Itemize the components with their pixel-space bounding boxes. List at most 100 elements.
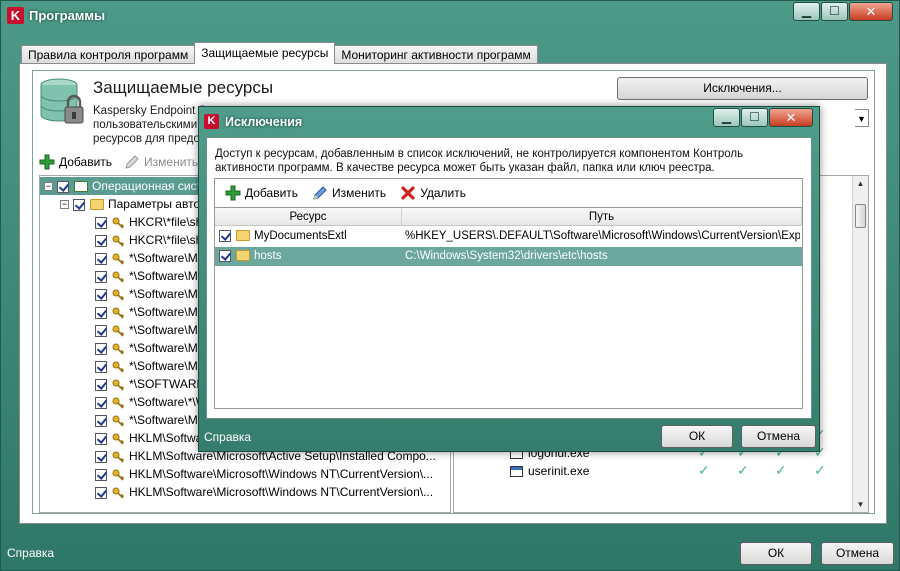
tree-checkbox[interactable] [73,198,85,211]
registry-key-icon [112,361,124,373]
program-row[interactable]: userinit.exe [510,462,589,480]
delete-exclusion-label: Удалить [420,186,467,200]
help-link[interactable]: Справка [7,546,54,560]
exclusion-checkbox[interactable] [219,249,231,262]
tree-checkbox[interactable] [95,468,107,481]
tree-checkbox[interactable] [95,360,107,373]
ok-button[interactable]: ОК [740,542,812,565]
close-icon: ✕ [785,110,797,125]
tree-checkbox[interactable] [95,216,107,229]
tree-checkbox[interactable] [95,252,107,265]
tree-checkbox[interactable] [95,414,107,427]
database-lock-icon [40,78,84,124]
chevron-down-icon[interactable]: ▼ [855,109,869,127]
tab-protected-resources[interactable]: Защищаемые ресурсы [194,42,336,64]
scroll-up-icon[interactable]: ▲ [853,176,868,191]
dialog-maximize-button[interactable]: ☐ [741,108,768,127]
add-button[interactable]: Добавить [39,154,112,170]
tree-checkbox[interactable] [57,180,69,193]
tree-checkbox[interactable] [95,486,107,499]
tab-strip: Правила контроля программ Защищаемые рес… [21,42,538,64]
registry-key-icon [112,415,124,427]
tree-item-label: *\Software\Mic [129,269,207,283]
title-bar[interactable]: K Программы ▁ ☐ ✕ [1,1,899,31]
tree-item[interactable]: *\Software\Mic [40,303,206,321]
tree-item[interactable]: HKLM\Software\Microsoft\Windows NT\Curre… [40,483,433,501]
dialog-cancel-button[interactable]: Отмена [741,425,816,448]
minimize-button[interactable]: ▁ [793,2,820,21]
dialog-close-button[interactable]: ✕ [769,108,813,127]
dialog-title-bar[interactable]: K Исключения ▁ ☐ ✕ [199,107,819,137]
tree-item[interactable]: *\Software\Mic [40,411,206,429]
dialog-title: Исключения [225,115,303,129]
tree-item[interactable]: HKCR\*file\she [40,213,209,231]
dialog-ok-button[interactable]: ОК [661,425,733,448]
allow-check-icon: ✓ [814,462,826,478]
dialog-minimize-button[interactable]: ▁ [713,108,740,127]
tree-item-label: *\Software\Mic [129,323,207,337]
column-header-path[interactable]: Путь [402,208,802,226]
exclusion-resource: MyDocumentsExtl [254,230,347,242]
tree-checkbox[interactable] [95,450,107,463]
tree-item[interactable]: *\SOFTWARE\W [40,375,219,393]
tree-checkbox[interactable] [95,378,107,391]
close-button[interactable]: ✕ [849,2,893,21]
tree-checkbox[interactable] [95,342,107,355]
tree-checkbox[interactable] [95,288,107,301]
program-name: userinit.exe [528,464,590,478]
tree-item[interactable]: *\Software\Mic [40,357,206,375]
tree-item-label: *\Software\Mic [129,413,207,427]
edit-button[interactable]: Изменить [124,154,198,170]
tree-item-label: *\Software\Mic [129,359,207,373]
plus-icon [225,185,241,201]
tree-item[interactable]: HKLM\Software [40,429,213,447]
tree-item[interactable]: *\Software\Mic [40,339,206,357]
tree-checkbox[interactable] [95,396,107,409]
delete-exclusion-button[interactable]: Удалить [400,185,466,201]
exclusions-table[interactable]: Ресурс Путь MyDocumentsExtl %HKEY_USERS\.… [214,207,803,409]
tree-item[interactable]: − Параметры автоз [40,195,206,213]
add-exclusion-button[interactable]: Добавить [225,185,298,201]
exclusion-path: C:\Windows\System32\drivers\etc\hosts [405,250,608,262]
tab-app-control-rules[interactable]: Правила контроля программ [21,45,196,64]
tree-item[interactable]: *\Software\Mic [40,267,206,285]
pencil-icon [125,155,139,169]
tree-item-label: *\Software\Mic [129,341,207,355]
cancel-button[interactable]: Отмена [821,542,894,565]
tree-item[interactable]: HKLM\Software\Microsoft\Windows NT\Curre… [40,465,433,483]
tree-checkbox[interactable] [95,432,107,445]
resources-toolbar: Добавить Изменить [39,151,198,173]
collapse-icon[interactable]: − [60,200,69,210]
vertical-scrollbar[interactable]: ▲ ▼ [852,176,868,512]
tree-item[interactable]: *\Software\Mic [40,285,206,303]
kaspersky-logo-icon: K [204,114,219,129]
tree-item[interactable]: HKCR\*file\she [40,231,209,249]
tree-item[interactable]: *\Software\Mic [40,321,206,339]
scroll-down-icon[interactable]: ▼ [853,497,868,512]
collapse-icon[interactable]: − [44,182,53,192]
edit-exclusion-button[interactable]: Изменить [312,185,386,201]
minimize-icon: ▁ [801,4,812,18]
minimize-icon: ▁ [721,110,732,124]
add-exclusion-label: Добавить [245,186,299,200]
scroll-thumb[interactable] [855,204,866,228]
dialog-content: Доступ к ресурсам, добавленным в список … [206,137,812,419]
exclusion-row[interactable]: hosts C:\Windows\System32\drivers\etc\hos… [215,247,802,266]
maximize-icon: ☐ [829,4,840,18]
maximize-button[interactable]: ☐ [821,2,848,21]
tree-item[interactable]: *\Software\*\W [40,393,207,411]
tree-checkbox[interactable] [95,234,107,247]
exclusions-dialog: K Исключения ▁ ☐ ✕ Доступ к ресурсам, до… [198,106,820,452]
tree-item-label: Параметры автоз [108,197,206,211]
tree-checkbox[interactable] [95,324,107,337]
tree-checkbox[interactable] [95,270,107,283]
exclusions-button[interactable]: Исключения... [617,77,868,100]
column-header-resource[interactable]: Ресурс [215,208,402,226]
folder-icon [90,199,104,211]
exclusion-row[interactable]: MyDocumentsExtl %HKEY_USERS\.DEFAULT\Soft… [215,227,802,246]
tab-activity-monitor[interactable]: Мониторинг активности программ [334,45,538,64]
tree-item[interactable]: *\Software\Mic [40,249,206,267]
tree-checkbox[interactable] [95,306,107,319]
exclusion-checkbox[interactable] [219,229,231,242]
dialog-help-link[interactable]: Справка [204,430,251,444]
